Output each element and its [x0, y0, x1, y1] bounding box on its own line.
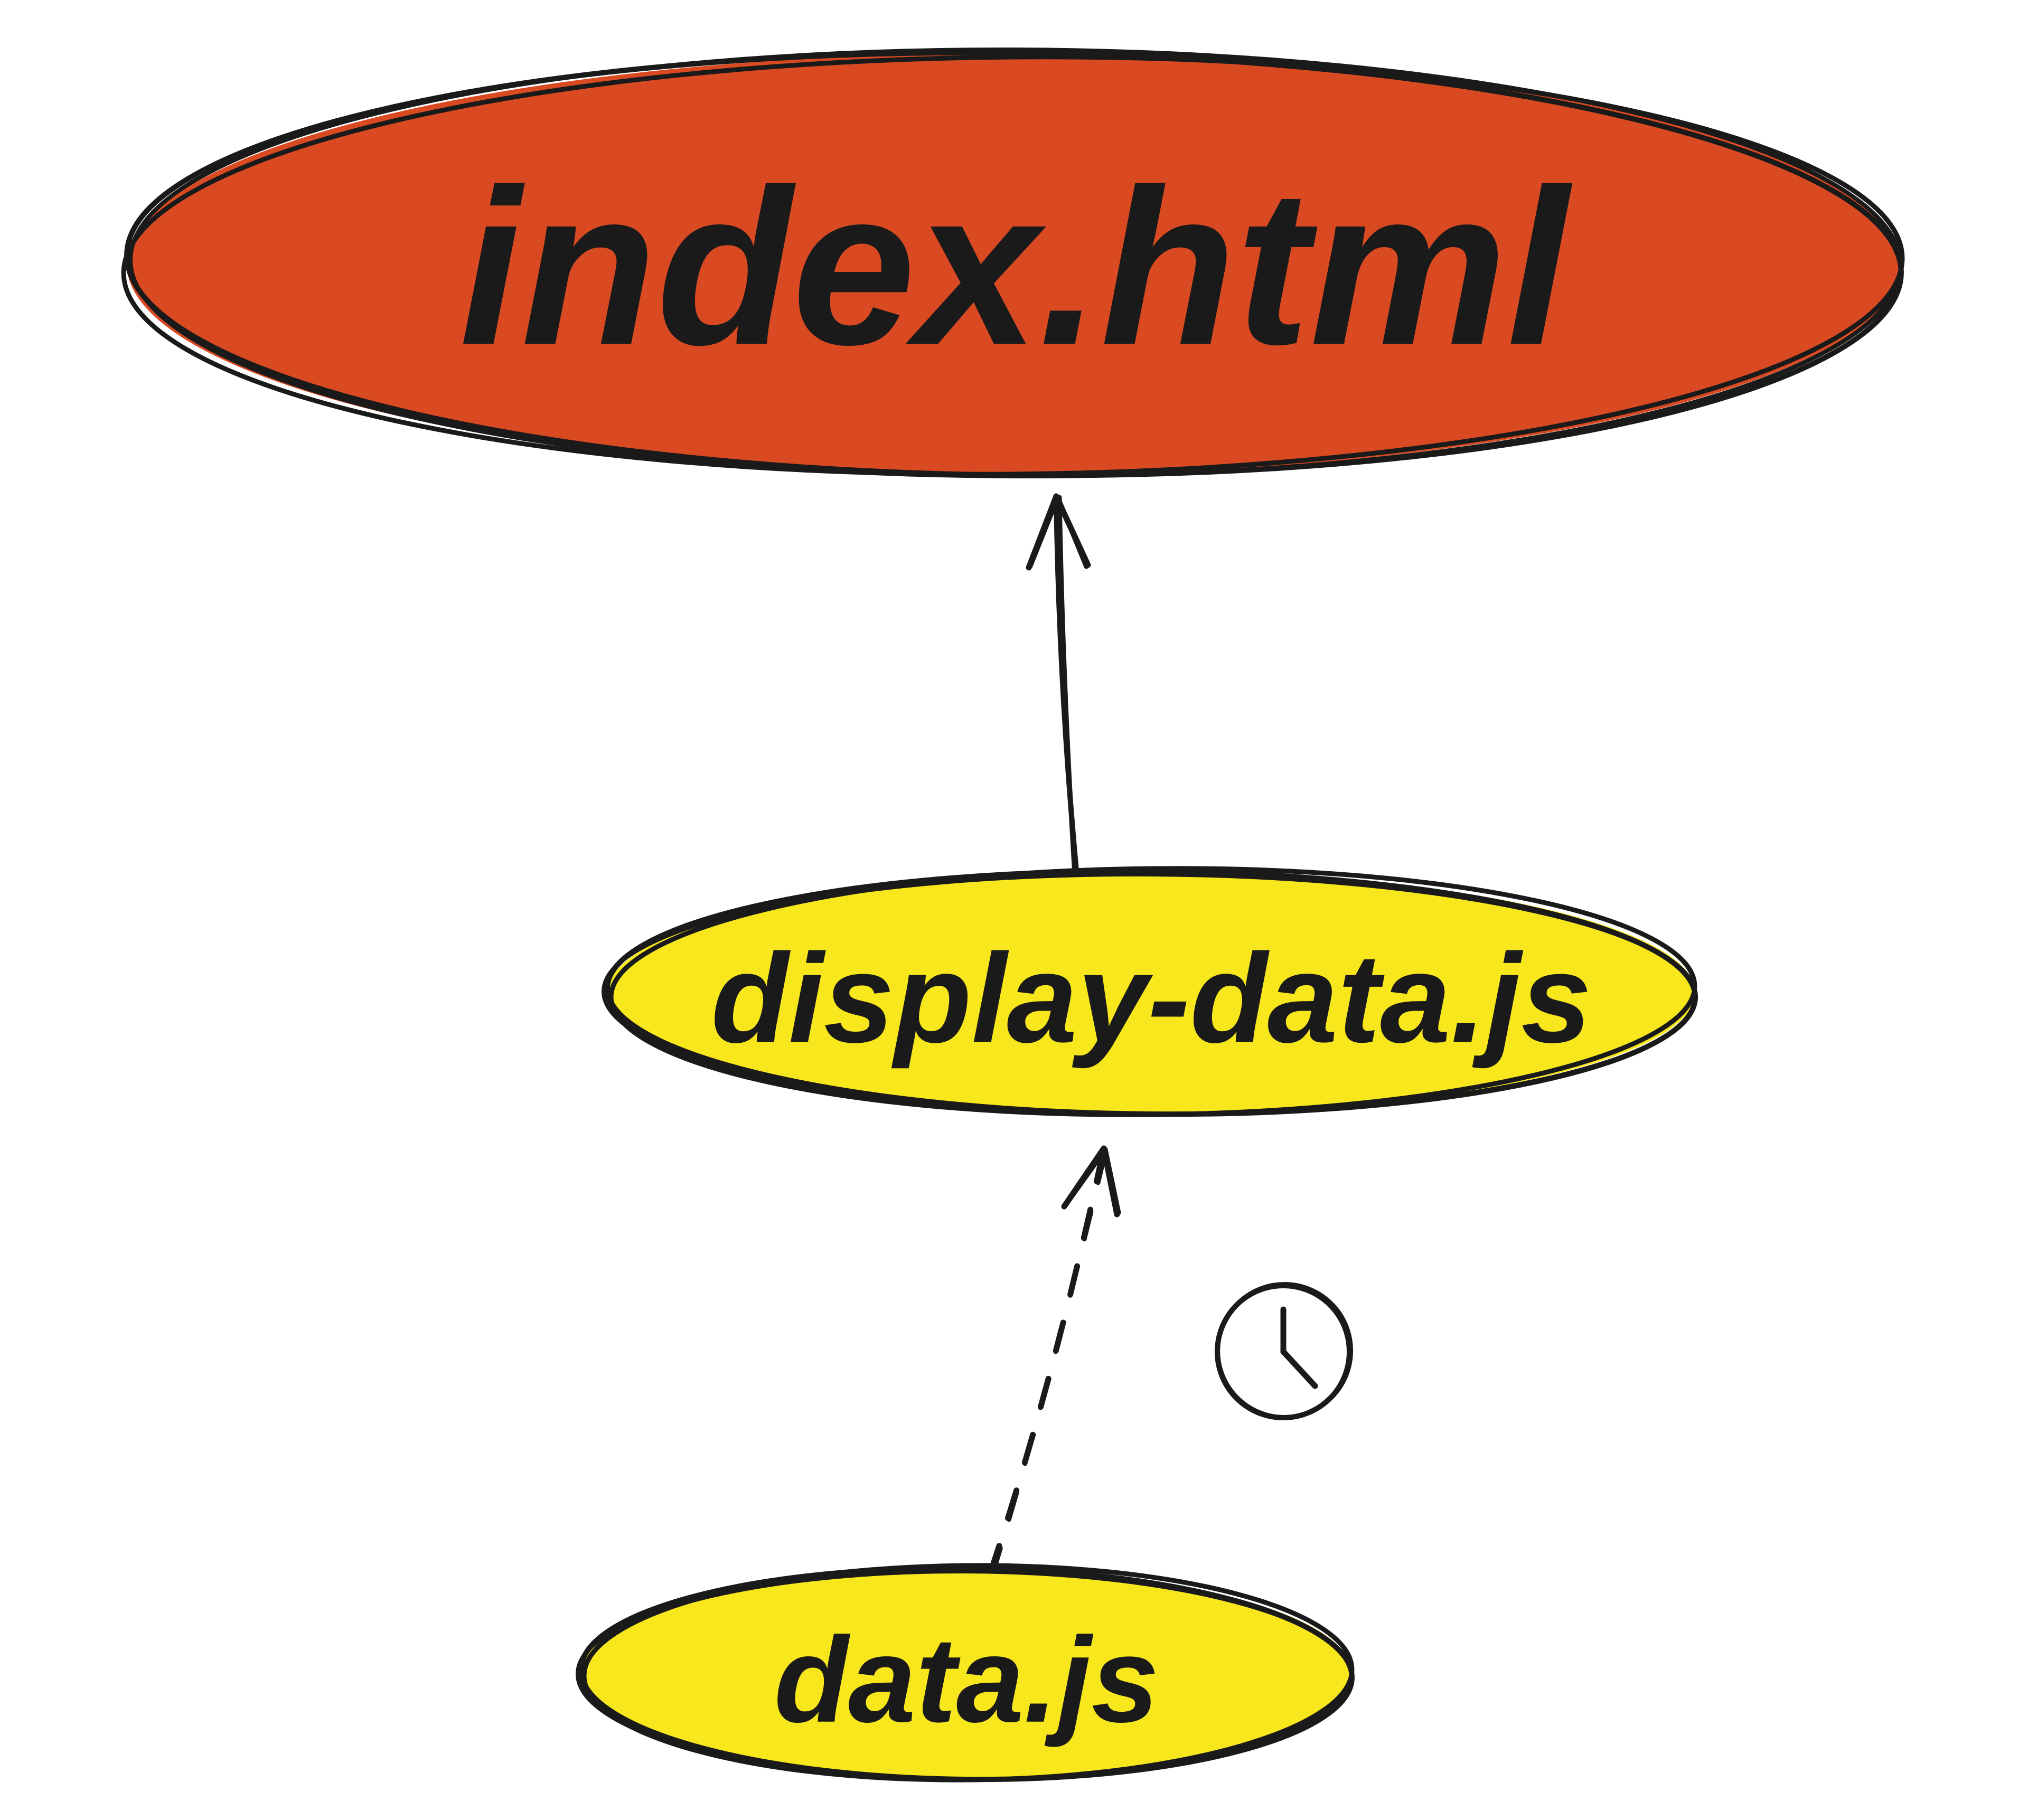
edge-middle-to-root [1029, 496, 1088, 883]
node-index-html-label: index.html [459, 144, 1573, 391]
clock-icon [1216, 1282, 1354, 1420]
node-display-data-js: display-data.js [603, 863, 1696, 1120]
node-data-js: data.js [577, 1562, 1353, 1784]
node-display-data-js-label: display-data.js [711, 927, 1591, 1069]
edge-bottom-to-middle [990, 1148, 1119, 1575]
dependency-diagram: index.html display-data.js [0, 0, 2028, 1820]
node-index-html: index.html [122, 43, 1904, 484]
node-data-js-label: data.js [774, 1612, 1159, 1748]
